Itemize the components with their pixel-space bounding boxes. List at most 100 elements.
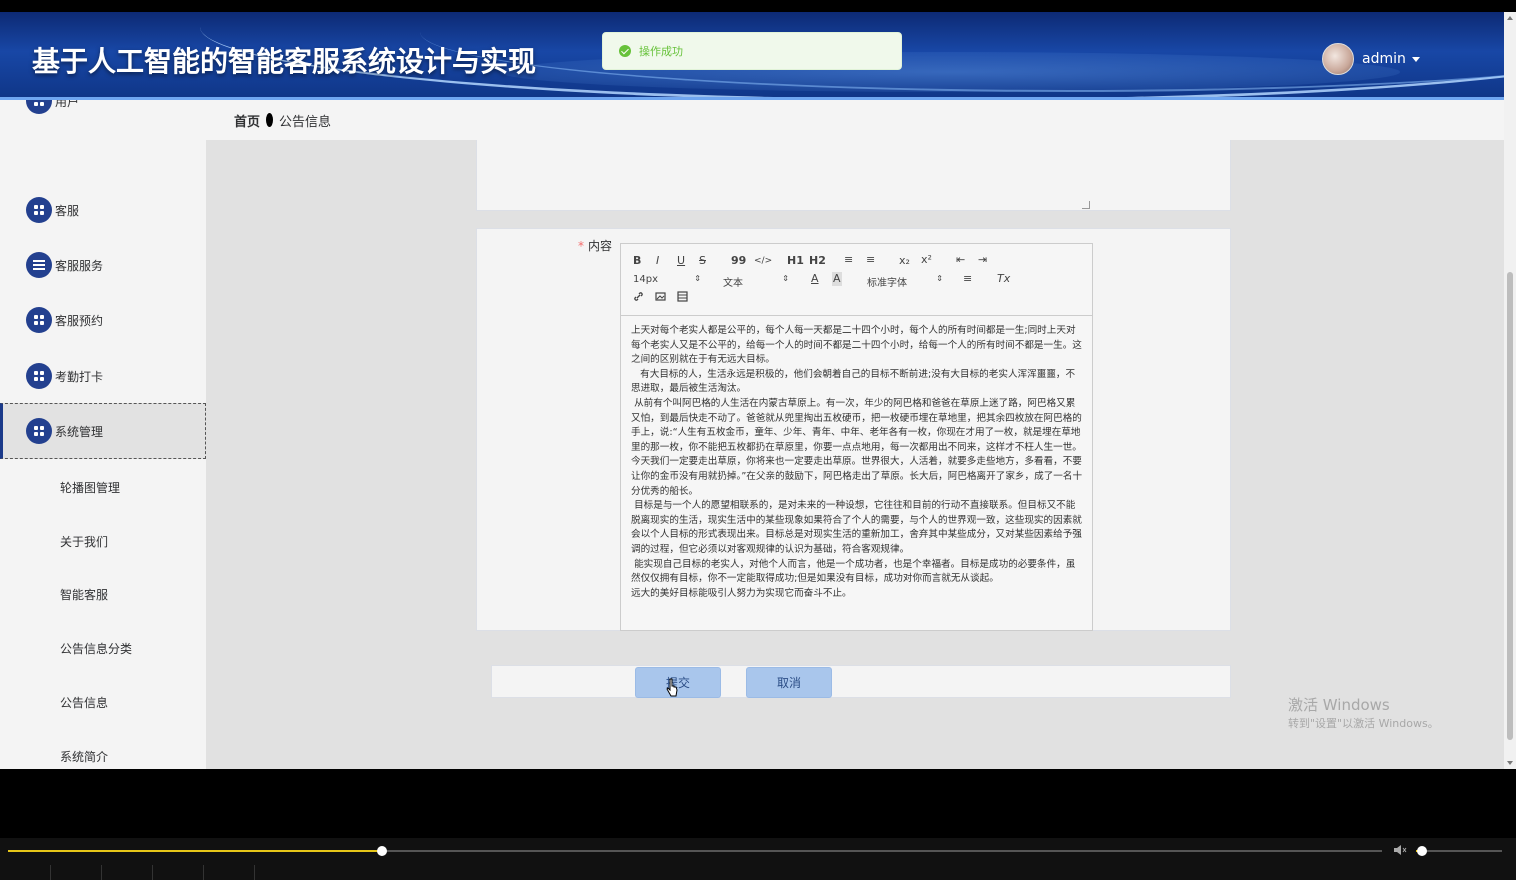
caret-down-icon[interactable]	[1411, 56, 1420, 62]
sidebar-item-service-work[interactable]: 客服服务	[0, 237, 206, 293]
outdent-icon[interactable]: ⇤	[956, 253, 965, 267]
sidebar: 用户 客服 客服服务 客服预约 考勤打卡 系统管理 轮播图管理 关于我们 智能客…	[0, 100, 206, 769]
sidebar-item-label: 系统管理	[55, 424, 104, 439]
app-title: 基于人工智能的智能客服系统设计与实现	[32, 45, 537, 78]
sidebar-item-label: 用户	[55, 100, 80, 109]
heading-value: 文本	[723, 278, 743, 289]
form-card-upper	[476, 140, 1231, 211]
submit-button[interactable]: 提交	[635, 667, 721, 698]
font-size-select[interactable]: 14px ⇕	[633, 274, 701, 285]
volume-knob[interactable]	[1417, 846, 1428, 856]
bottom-strip	[0, 865, 1516, 880]
video-progress-bar[interactable]	[8, 846, 1382, 856]
app-window: 基于人工智能的智能客服系统设计与实现 admin 操作成功 首页 公告信息 用户	[0, 12, 1504, 769]
required-mark: *	[578, 239, 584, 253]
cancel-button[interactable]: 取消	[746, 667, 832, 698]
user-menu[interactable]: admin	[1322, 42, 1420, 76]
underline-icon[interactable]: U	[677, 254, 685, 268]
breadcrumb-separator-icon	[266, 113, 274, 127]
sidebar-item-attendance[interactable]: 考勤打卡	[0, 348, 206, 404]
select-arrow-icon: ⇕	[782, 274, 789, 283]
content-label: * 内容	[578, 237, 612, 254]
submenu-carousel[interactable]: 轮播图管理	[60, 479, 120, 496]
submenu-intro[interactable]: 系统简介	[60, 748, 108, 765]
form-actions: 提交 取消	[491, 665, 1231, 698]
content-paragraph: 有大目标的人，生活永远是积极的，他们会朝着自己的目标不断前进;没有大目标的老实人…	[631, 368, 1076, 395]
grid-icon	[26, 363, 52, 389]
mouse-cursor-icon	[666, 678, 678, 697]
subscript-icon[interactable]: x₂	[899, 254, 910, 268]
font-family-value: 标准字体	[867, 278, 907, 289]
sidebar-item-appointment[interactable]: 客服预约	[0, 292, 206, 348]
grid-icon	[26, 418, 52, 444]
background-color-icon[interactable]: A	[832, 272, 842, 286]
submenu-notice[interactable]: 公告信息	[60, 694, 108, 711]
sliders-icon	[26, 252, 52, 278]
content-paragraph: 目标是与一个人的愿望相联系的，是对未来的一种设想，它往往和目前的行动不直接联系。…	[631, 500, 1082, 555]
heading1-icon[interactable]: H1	[787, 254, 804, 268]
sidebar-item-label: 客服预约	[55, 313, 104, 328]
heading-select[interactable]: 文本 ⇕	[723, 274, 789, 289]
select-arrow-icon: ⇕	[694, 274, 701, 283]
superscript-icon[interactable]: x²	[921, 253, 932, 267]
submenu-about[interactable]: 关于我们	[60, 533, 108, 550]
video-progress-knob[interactable]	[376, 846, 387, 856]
link-icon[interactable]	[633, 291, 644, 306]
breadcrumb-current: 公告信息	[279, 114, 332, 130]
editor-content[interactable]: 上天对每个老实人都是公平的，每个人每一天都是二十四个小时，每个人的所有时间都是一…	[631, 324, 1083, 601]
resize-handle-icon[interactable]	[1082, 201, 1090, 209]
sidebar-item-service[interactable]: 客服	[0, 182, 206, 238]
submenu-notice-category[interactable]: 公告信息分类	[60, 640, 132, 657]
align-icon[interactable]: ≡	[963, 272, 972, 286]
volume-icon[interactable]	[1393, 844, 1407, 856]
breadcrumb-home[interactable]: 首页	[234, 111, 260, 130]
sidebar-item-users[interactable]: 用户	[0, 100, 206, 129]
textarea-field[interactable]	[477, 140, 1094, 210]
font-family-select[interactable]: 标准字体 ⇕	[867, 274, 943, 289]
video-player-controls	[0, 838, 1516, 880]
page-scrollbar[interactable]	[1504, 12, 1516, 769]
code-icon[interactable]: </>	[754, 254, 772, 268]
select-arrow-icon: ⇕	[936, 274, 943, 283]
volume-slider[interactable]	[1416, 846, 1502, 856]
grid-icon	[26, 307, 52, 333]
clear-format-icon[interactable]: Tx	[997, 272, 1010, 286]
strike-icon[interactable]: S	[699, 254, 706, 268]
editor-toolbar: B I U S 99 </> H1 H2 ≡ ≡ x₂ x² ⇤ ⇥ 14px ⇕	[621, 244, 1092, 316]
sidebar-item-label: 考勤打卡	[55, 369, 104, 384]
rich-text-editor[interactable]: B I U S 99 </> H1 H2 ≡ ≡ x₂ x² ⇤ ⇥ 14px ⇕	[620, 243, 1093, 631]
avatar[interactable]	[1322, 43, 1354, 75]
bold-icon[interactable]: B	[633, 254, 641, 268]
content-paragraph: 上天对每个老实人都是公平的，每个人每一天都是二十四个小时，每个人的所有时间都是一…	[631, 325, 1082, 366]
activation-watermark-title: 激活 Windows	[1288, 696, 1390, 714]
activation-watermark-hint: 转到"设置"以激活 Windows。	[1288, 717, 1439, 730]
scroll-up-icon[interactable]	[1507, 16, 1513, 20]
font-color-icon[interactable]: A	[811, 272, 819, 286]
user-name[interactable]: admin	[1362, 51, 1406, 67]
bullet-list-icon[interactable]: ≡	[866, 253, 875, 267]
image-icon[interactable]	[655, 291, 666, 306]
ordered-list-icon[interactable]: ≡	[844, 253, 853, 267]
video-icon[interactable]	[677, 291, 688, 306]
scroll-down-icon[interactable]	[1507, 761, 1513, 765]
heading2-icon[interactable]: H2	[809, 254, 826, 268]
content-paragraph: 能实现自己目标的老实人，对他个人而言，他是一个成功者，也是个幸福者。目标是成功的…	[631, 558, 1076, 585]
content-paragraph: 从前有个叫阿巴格的人生活在内蒙古草原上。有一次，年少的阿巴格和爸爸在草原上迷了路…	[631, 397, 1083, 497]
scrollbar-thumb[interactable]	[1507, 272, 1513, 740]
success-check-icon	[619, 45, 631, 57]
breadcrumb: 首页 公告信息	[206, 100, 1504, 140]
form-card-content: * 内容 B I U S 99 </> H1 H2 ≡ ≡ x₂ x² ⇤ ⇥	[476, 228, 1231, 631]
grid-icon	[26, 197, 52, 223]
sidebar-item-system[interactable]: 系统管理	[0, 403, 206, 459]
success-toast: 操作成功	[602, 32, 902, 70]
indent-icon[interactable]: ⇥	[978, 253, 987, 267]
font-size-value: 14px	[633, 274, 658, 285]
toast-message: 操作成功	[639, 45, 683, 58]
sidebar-item-label: 客服	[55, 203, 80, 218]
top-strip	[0, 0, 1516, 12]
blockquote-icon[interactable]: 99	[731, 254, 746, 268]
italic-icon[interactable]: I	[656, 254, 659, 268]
sidebar-item-label: 客服服务	[55, 258, 104, 273]
submenu-smart-service[interactable]: 智能客服	[60, 586, 108, 603]
content-paragraph: 远大的美好目标能吸引人努力为实现它而奋斗不止。	[631, 587, 852, 599]
